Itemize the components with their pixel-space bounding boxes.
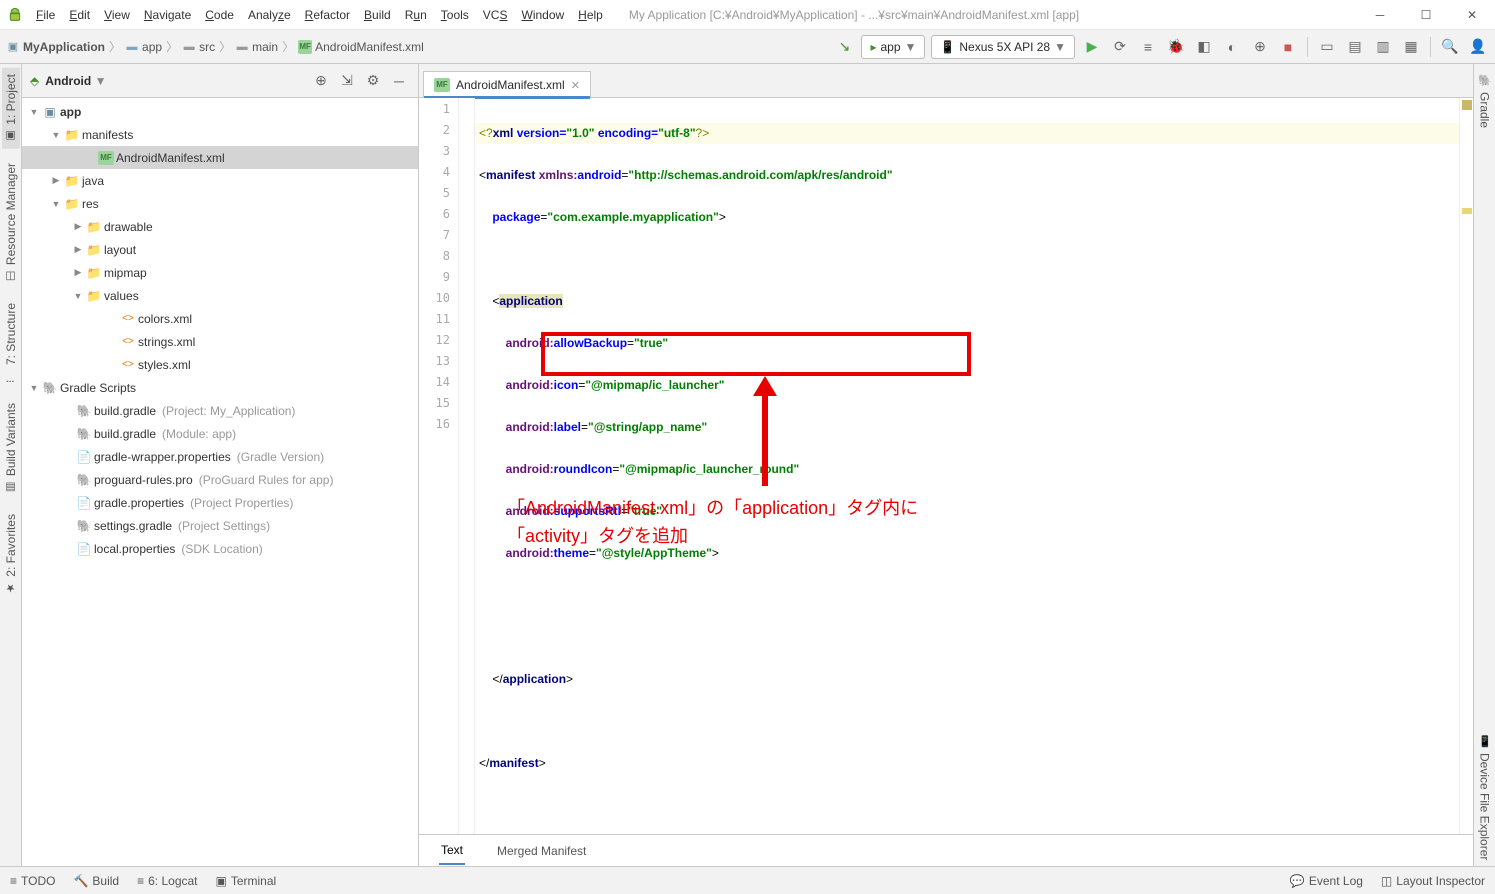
breadcrumb-app[interactable]: ▬app [125,40,162,54]
breadcrumb: ▣MyApplication 〉 ▬app 〉 ▬src 〉 ▬main 〉 M… [6,38,424,55]
tree-node-build-gradle-app[interactable]: 🐘build.gradle(Module: app) [22,422,418,445]
tree-node-build-gradle-project[interactable]: 🐘build.gradle(Project: My_Application) [22,399,418,422]
tree-node-layout[interactable]: ▶📁layout [22,238,418,261]
project-settings-icon[interactable]: ⚙ [362,70,384,92]
tree-node-mipmap[interactable]: ▶📁mipmap [22,261,418,284]
menu-code[interactable]: Code [199,4,240,26]
status-layout-inspector[interactable]: ◫Layout Inspector [1381,874,1485,888]
android-logo-icon [0,7,30,23]
sidebar-tab-resource-manager[interactable]: ◫Resource Manager [2,157,20,289]
warning-marker[interactable] [1462,208,1472,214]
tree-node-settings-gradle[interactable]: 🐘settings.gradle(Project Settings) [22,514,418,537]
tree-node-values[interactable]: ▼📁values [22,284,418,307]
attach-debugger-icon[interactable]: ⊕ [1249,36,1271,58]
project-tree: ▼▣app ▼📁manifests MFAndroidManifest.xml … [22,98,418,866]
breadcrumb-main[interactable]: ▬main [235,40,278,54]
avd-manager-icon[interactable]: ▭ [1316,36,1338,58]
sidebar-tab-project[interactable]: ▣1: Project [2,68,20,149]
tree-node-drawable[interactable]: ▶📁drawable [22,215,418,238]
menu-analyze[interactable]: Analyze [242,4,297,26]
tree-node-proguard[interactable]: 🐘proguard-rules.pro(ProGuard Rules for a… [22,468,418,491]
breadcrumb-root[interactable]: ▣MyApplication [6,40,105,54]
project-scope-dropdown[interactable]: Android ▼ [45,74,106,88]
close-button[interactable]: ✕ [1449,0,1495,30]
close-tab-icon[interactable]: ✕ [571,79,580,92]
scroll-from-source-icon[interactable]: ⊕ [310,70,332,92]
annotation-text: 「AndroidManifest.xml」の「application」タグ内に … [507,494,918,550]
editor-subtab-text[interactable]: Text [439,837,465,865]
tree-node-colors[interactable]: <>colors.xml [22,307,418,330]
tree-node-local-props[interactable]: 📄local.properties(SDK Location) [22,537,418,560]
menu-file[interactable]: File [30,4,61,26]
run-button[interactable]: ▶ [1081,36,1103,58]
device-dropdown[interactable]: 📱Nexus 5X API 28▼ [931,35,1075,59]
line-gutter: 12345678910111213141516 [419,98,459,834]
fold-gutter[interactable] [459,98,475,834]
status-event-log[interactable]: 💬Event Log [1290,874,1363,888]
menu-view[interactable]: View [98,4,136,26]
tree-node-java[interactable]: ▶📁java [22,169,418,192]
editor-tab-manifest[interactable]: MF AndroidManifest.xml ✕ [423,71,591,98]
tree-node-wrapper-props[interactable]: 📄gradle-wrapper.properties(Gradle Versio… [22,445,418,468]
tree-node-gradle-props[interactable]: 📄gradle.properties(Project Properties) [22,491,418,514]
menu-edit[interactable]: Edit [63,4,96,26]
sidebar-tab-structure[interactable]: ⁝7: Structure [2,297,20,389]
sidebar-tab-build-variants[interactable]: ▤Build Variants [2,397,20,500]
window-title: My Application [C:¥Android¥MyApplication… [629,8,1079,22]
menu-vcs[interactable]: VCS [477,4,514,26]
sync-icon[interactable]: ↘ [833,36,855,58]
status-logcat[interactable]: ≡6: Logcat [137,874,197,888]
code-editor[interactable]: <?xml version="1.0" encoding="utf-8"?> <… [475,98,1459,834]
error-stripe[interactable] [1459,98,1473,834]
stop-button[interactable]: ■ [1277,36,1299,58]
sidebar-tab-gradle[interactable]: 🐘Gradle [1476,68,1494,134]
tree-node-res[interactable]: ▼📁res [22,192,418,215]
coverage-icon[interactable]: ◐ [1221,36,1243,58]
breadcrumb-file[interactable]: MFAndroidManifest.xml [298,40,424,54]
editor-subtab-merged[interactable]: Merged Manifest [495,838,588,864]
user-icon[interactable]: 👤 [1467,36,1489,58]
search-icon[interactable]: 🔍 [1439,36,1461,58]
menu-navigate[interactable]: Navigate [138,4,197,26]
annotation-arrow [753,376,777,486]
collapse-all-icon[interactable]: ⇲ [336,70,358,92]
menu-bar: File Edit View Navigate Code Analyze Ref… [30,4,609,26]
sidebar-tab-favorites[interactable]: ★2: Favorites [2,508,20,601]
android-scope-icon: ⬘ [30,74,39,88]
profiler-icon[interactable]: ◧ [1193,36,1215,58]
apply-code-icon[interactable]: ≡ [1137,36,1159,58]
maximize-button[interactable]: ☐ [1403,0,1449,30]
layout-inspector-icon[interactable]: ▦ [1400,36,1422,58]
tree-node-gradle-scripts[interactable]: ▼🐘Gradle Scripts [22,376,418,399]
minimize-button[interactable]: ─ [1357,0,1403,30]
apply-changes-icon[interactable]: ⟳ [1109,36,1131,58]
menu-refactor[interactable]: Refactor [299,4,356,26]
tree-node-app[interactable]: ▼▣app [22,100,418,123]
menu-build[interactable]: Build [358,4,397,26]
menu-run[interactable]: Run [399,4,433,26]
menu-help[interactable]: Help [572,4,609,26]
tree-node-manifest-file[interactable]: MFAndroidManifest.xml [22,146,418,169]
menu-tools[interactable]: Tools [435,4,475,26]
tree-node-manifests[interactable]: ▼📁manifests [22,123,418,146]
annotation-box [541,332,971,376]
breadcrumb-src[interactable]: ▬src [182,40,215,54]
resource-manager-icon[interactable]: ▥ [1372,36,1394,58]
warning-marker[interactable] [1462,100,1472,110]
sidebar-tab-device-explorer[interactable]: 📱Device File Explorer [1476,729,1494,866]
tree-node-strings[interactable]: <>strings.xml [22,330,418,353]
status-terminal[interactable]: ▣Terminal [216,874,277,888]
sdk-manager-icon[interactable]: ▤ [1344,36,1366,58]
status-build[interactable]: 🔨Build [73,874,119,888]
run-config-dropdown[interactable]: ▸app▼ [861,35,925,59]
debug-button[interactable]: 🐞 [1165,36,1187,58]
menu-window[interactable]: Window [515,4,570,26]
tree-node-styles[interactable]: <>styles.xml [22,353,418,376]
status-todo[interactable]: ≡TODO [10,874,55,888]
hide-panel-icon[interactable]: ─ [388,70,410,92]
